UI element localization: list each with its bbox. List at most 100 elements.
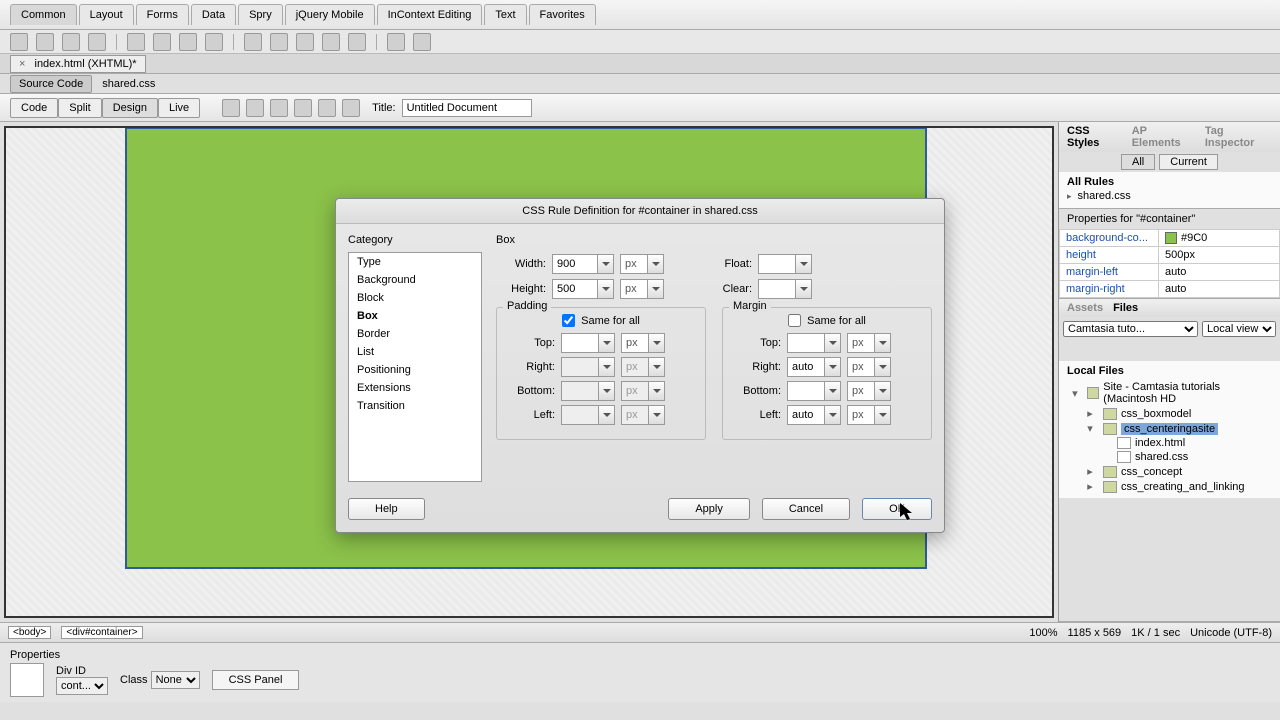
height-input[interactable] bbox=[552, 279, 614, 299]
category-background[interactable]: Background bbox=[349, 271, 481, 289]
folder-item[interactable]: ▸css_concept bbox=[1067, 464, 1272, 479]
folder-item[interactable]: ▾css_centeringasite bbox=[1067, 421, 1272, 436]
zoom-value[interactable]: 100% bbox=[1029, 627, 1057, 639]
cancel-button[interactable]: Cancel bbox=[762, 498, 850, 520]
checkin-icon[interactable] bbox=[1175, 343, 1191, 359]
insert-tab-common[interactable]: Common bbox=[10, 4, 77, 25]
script-icon[interactable] bbox=[348, 33, 366, 51]
files-tab[interactable]: Files bbox=[1113, 302, 1138, 314]
site-select[interactable]: Camtasia tuto... bbox=[1063, 321, 1198, 337]
prop-row[interactable]: margin-leftauto bbox=[1060, 264, 1280, 281]
assets-tab[interactable]: Assets bbox=[1067, 302, 1103, 314]
prop-row[interactable]: margin-rightauto bbox=[1060, 281, 1280, 298]
view-live-button[interactable]: Live bbox=[158, 98, 200, 118]
height-unit[interactable] bbox=[620, 279, 664, 299]
checkout-icon[interactable] bbox=[1153, 343, 1169, 359]
insert-tab-text[interactable]: Text bbox=[484, 4, 526, 25]
padding-top-unit[interactable] bbox=[621, 333, 665, 353]
rules-mode-all[interactable]: All bbox=[1121, 154, 1155, 170]
category-extensions[interactable]: Extensions bbox=[349, 379, 481, 397]
css-styles-tab[interactable]: CSS Styles bbox=[1067, 125, 1122, 149]
hyperlink-icon[interactable] bbox=[10, 33, 28, 51]
ap-elements-tab[interactable]: AP Elements bbox=[1132, 125, 1195, 149]
refresh-icon[interactable] bbox=[1087, 343, 1103, 359]
image-icon[interactable] bbox=[153, 33, 171, 51]
get-icon[interactable] bbox=[1109, 343, 1125, 359]
margin-bottom-unit[interactable] bbox=[847, 381, 891, 401]
title-input[interactable] bbox=[402, 99, 532, 117]
file-item[interactable]: index.html bbox=[1067, 436, 1272, 450]
templates-icon[interactable] bbox=[387, 33, 405, 51]
ssi-icon[interactable] bbox=[270, 33, 288, 51]
sync-icon[interactable] bbox=[1197, 343, 1213, 359]
preview-browser-icon[interactable] bbox=[246, 99, 264, 117]
category-border[interactable]: Border bbox=[349, 325, 481, 343]
category-box[interactable]: Box bbox=[349, 307, 481, 325]
category-block[interactable]: Block bbox=[349, 289, 481, 307]
media-icon[interactable] bbox=[179, 33, 197, 51]
date-icon[interactable] bbox=[244, 33, 262, 51]
apply-button[interactable]: Apply bbox=[668, 498, 750, 520]
ok-button[interactable]: OK bbox=[862, 498, 932, 520]
margin-same-checkbox[interactable] bbox=[788, 314, 801, 327]
insert-tab-favorites[interactable]: Favorites bbox=[529, 4, 596, 25]
anchor-icon[interactable] bbox=[62, 33, 80, 51]
width-unit[interactable] bbox=[620, 254, 664, 274]
insert-tab-jquery-mobile[interactable]: jQuery Mobile bbox=[285, 4, 375, 25]
view-design-button[interactable]: Design bbox=[102, 98, 158, 118]
margin-top-unit[interactable] bbox=[847, 333, 891, 353]
tag-chooser-icon[interactable] bbox=[413, 33, 431, 51]
refresh-icon[interactable] bbox=[342, 99, 360, 117]
category-positioning[interactable]: Positioning bbox=[349, 361, 481, 379]
padding-same-checkbox[interactable] bbox=[562, 314, 575, 327]
float-select[interactable] bbox=[758, 254, 812, 274]
w3c-validate-icon[interactable] bbox=[294, 99, 312, 117]
file-management-icon[interactable] bbox=[270, 99, 288, 117]
document-tab[interactable]: × index.html (XHTML)* bbox=[10, 55, 146, 73]
clear-select[interactable] bbox=[758, 279, 812, 299]
prop-row[interactable]: background-co...#9C0 bbox=[1060, 230, 1280, 247]
margin-bottom-input[interactable] bbox=[787, 381, 841, 401]
category-list[interactable]: List bbox=[349, 343, 481, 361]
insert-tab-spry[interactable]: Spry bbox=[238, 4, 283, 25]
margin-right-unit[interactable] bbox=[847, 357, 891, 377]
comment-icon[interactable] bbox=[296, 33, 314, 51]
margin-top-input[interactable] bbox=[787, 333, 841, 353]
view-code-button[interactable]: Code bbox=[10, 98, 58, 118]
prop-row[interactable]: height500px bbox=[1060, 247, 1280, 264]
help-button[interactable]: Help bbox=[348, 498, 425, 520]
connect-icon[interactable] bbox=[1065, 343, 1081, 359]
file-item[interactable]: shared.css bbox=[1067, 450, 1272, 464]
widget-icon[interactable] bbox=[205, 33, 223, 51]
class-select[interactable]: None bbox=[151, 671, 200, 689]
tag-body[interactable]: <body> bbox=[8, 626, 51, 639]
category-transition[interactable]: Transition bbox=[349, 397, 481, 415]
margin-right-input[interactable] bbox=[787, 357, 841, 377]
folder-item[interactable]: ▸css_creating_and_linking bbox=[1067, 479, 1272, 494]
folder-item[interactable]: ▸css_boxmodel bbox=[1067, 406, 1272, 421]
expand-icon[interactable] bbox=[1219, 343, 1235, 359]
insert-tab-forms[interactable]: Forms bbox=[136, 4, 189, 25]
category-type[interactable]: Type bbox=[349, 253, 481, 271]
email-link-icon[interactable] bbox=[36, 33, 54, 51]
put-icon[interactable] bbox=[1131, 343, 1147, 359]
category-list[interactable]: TypeBackgroundBlockBoxBorderListPosition… bbox=[348, 252, 482, 482]
head-icon[interactable] bbox=[322, 33, 340, 51]
margin-left-unit[interactable] bbox=[847, 405, 891, 425]
insert-tab-layout[interactable]: Layout bbox=[79, 4, 134, 25]
rule-item[interactable]: shared.css bbox=[1067, 188, 1272, 204]
css-panel-button[interactable]: CSS Panel bbox=[212, 670, 300, 690]
view-select[interactable]: Local view bbox=[1202, 321, 1276, 337]
related-file[interactable]: shared.css bbox=[102, 78, 155, 90]
check-links-icon[interactable] bbox=[318, 99, 336, 117]
close-icon[interactable]: × bbox=[19, 58, 25, 70]
padding-top-input[interactable] bbox=[561, 333, 615, 353]
tag-inspector-tab[interactable]: Tag Inspector bbox=[1205, 125, 1272, 149]
width-input[interactable] bbox=[552, 254, 614, 274]
margin-left-input[interactable] bbox=[787, 405, 841, 425]
div-id-select[interactable]: cont... bbox=[56, 677, 108, 695]
div-icon[interactable] bbox=[127, 33, 145, 51]
live-view-options-icon[interactable] bbox=[222, 99, 240, 117]
rules-mode-current[interactable]: Current bbox=[1159, 154, 1218, 170]
view-split-button[interactable]: Split bbox=[58, 98, 101, 118]
